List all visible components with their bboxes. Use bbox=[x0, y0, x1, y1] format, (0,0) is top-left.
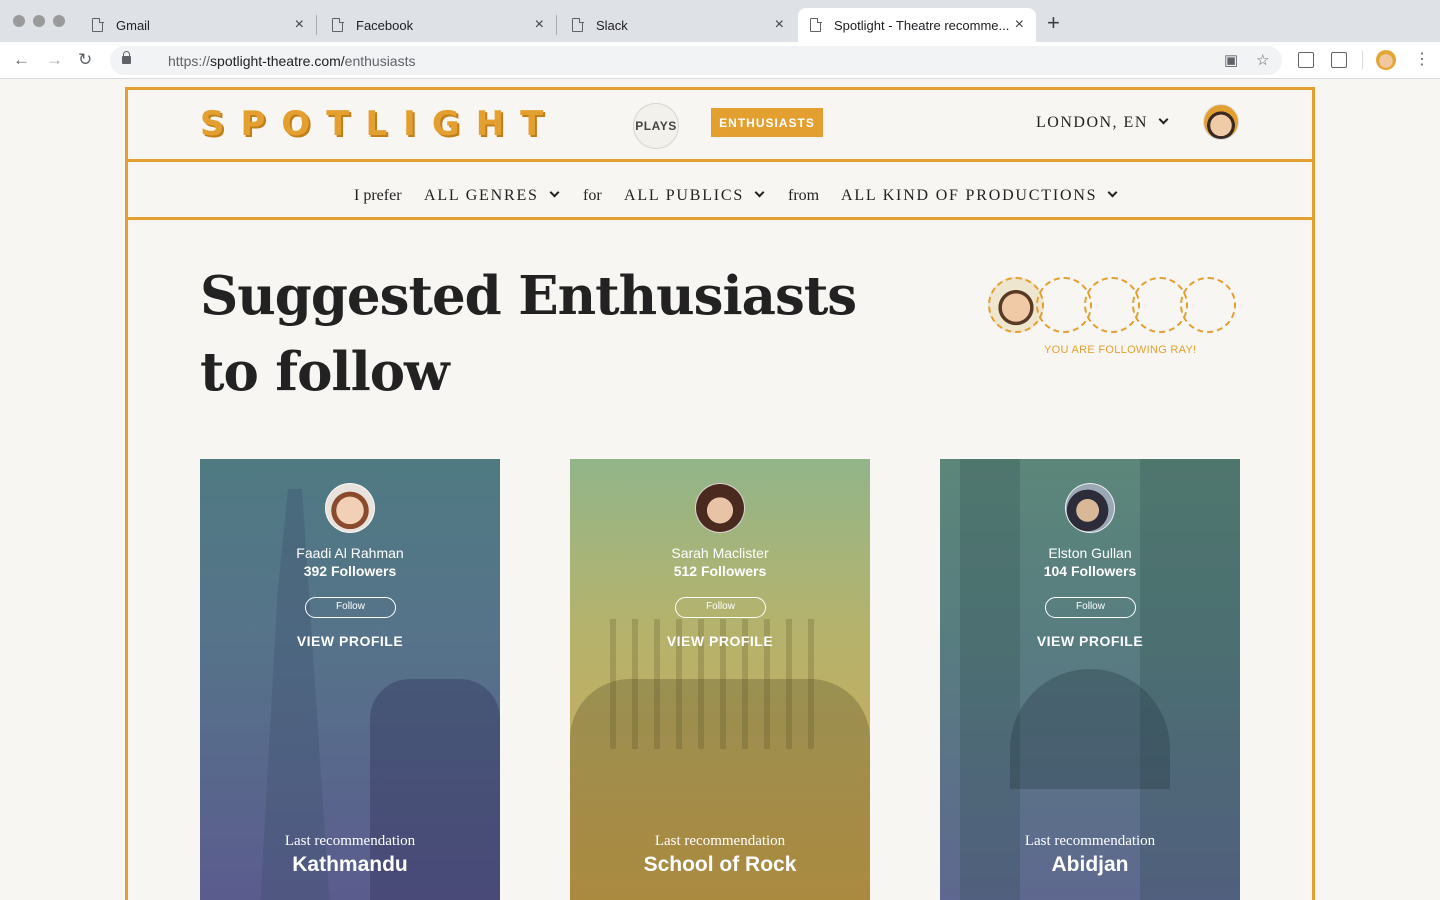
address-bar[interactable]: https://spotlight-theatre.com/enthusiast… bbox=[110, 46, 1282, 75]
view-profile-link[interactable]: VIEW PROFILE bbox=[940, 633, 1240, 649]
extension-icon[interactable] bbox=[1298, 52, 1314, 68]
enthusiast-name: Sarah Maclister bbox=[671, 545, 769, 561]
chevron-down-icon bbox=[1158, 114, 1169, 125]
enthusiast-avatar[interactable] bbox=[325, 483, 375, 533]
user-avatar[interactable] bbox=[1203, 104, 1239, 140]
enthusiast-avatar[interactable] bbox=[695, 483, 745, 533]
page-title-line1: Suggested Enthusiasts bbox=[200, 265, 857, 327]
enthusiast-avatar[interactable] bbox=[1065, 483, 1115, 533]
toolbar-divider bbox=[1362, 51, 1363, 69]
enthusiast-card[interactable]: Sarah Maclister 512 Followers Follow VIE… bbox=[570, 459, 870, 900]
browser-profile-avatar[interactable] bbox=[1376, 50, 1396, 70]
url-path: enthusiasts bbox=[344, 53, 416, 69]
lock-icon[interactable] bbox=[122, 51, 131, 64]
view-profile-link[interactable]: VIEW PROFILE bbox=[570, 633, 870, 649]
back-arrow-icon[interactable]: ← bbox=[13, 49, 30, 71]
enthusiast-followers: 104 Followers bbox=[1043, 563, 1137, 579]
last-recommendation-label: Last recommendation bbox=[284, 833, 416, 849]
url-scheme: https:// bbox=[168, 53, 211, 69]
page-title-line2: to follow bbox=[200, 341, 450, 403]
browser-tab-bar: Gmail × Facebook × Slack × Spotlight - T… bbox=[0, 0, 1440, 42]
enthusiast-card[interactable]: Faadi Al Rahman 392 Followers Follow VIE… bbox=[200, 459, 500, 900]
enthusiast-name: Faadi Al Rahman bbox=[296, 545, 404, 561]
location-selector[interactable]: LONDON, EN bbox=[1036, 114, 1169, 132]
url-text[interactable]: https://spotlight-theatre.com/enthusiast… bbox=[168, 53, 415, 69]
tab-divider bbox=[316, 15, 317, 35]
last-recommendation-label: Last recommendation bbox=[654, 833, 786, 849]
tab-label: Spotlight - Theatre recomme... bbox=[834, 17, 1010, 33]
page-icon bbox=[92, 17, 104, 32]
tab-close-icon[interactable]: × bbox=[295, 17, 304, 33]
filter-from-text: from bbox=[788, 187, 820, 204]
preference-filter-bar: I prefer ALL GENRES for ALL PUBLICS from… bbox=[128, 165, 1312, 220]
browser-tab-gmail[interactable]: Gmail × bbox=[80, 8, 316, 42]
chevron-down-icon bbox=[549, 187, 560, 198]
last-recommendation-label: Last recommendation bbox=[1024, 833, 1156, 849]
tab-label: Facebook bbox=[356, 17, 414, 33]
page-title: Suggested Enthusiasts to follow bbox=[200, 258, 857, 410]
follow-button[interactable]: Follow bbox=[1045, 597, 1136, 618]
browser-menu-icon[interactable]: ⋮ bbox=[1414, 50, 1430, 70]
bookmark-star-icon[interactable]: ☆ bbox=[1256, 51, 1269, 69]
tab-label: Slack bbox=[596, 17, 628, 33]
chevron-down-icon bbox=[1107, 187, 1118, 198]
browser-tab-slack[interactable]: Slack × bbox=[560, 8, 796, 42]
location-label: LONDON, EN bbox=[1036, 114, 1148, 131]
last-recommendation-play[interactable]: Kathmandu bbox=[200, 853, 500, 877]
follow-button[interactable]: Follow bbox=[675, 597, 766, 618]
filter-for-text: for bbox=[583, 187, 602, 204]
nav-plays-button[interactable]: PLAYS bbox=[633, 103, 679, 149]
following-slot-empty bbox=[1180, 277, 1236, 333]
reload-icon[interactable]: ↻ bbox=[78, 49, 92, 71]
browser-toolbar: ← → ↻ https://spotlight-theatre.com/enth… bbox=[0, 42, 1440, 79]
enthusiast-name: Elston Gullan bbox=[1048, 545, 1132, 561]
productions-dropdown[interactable]: ALL KIND OF PRODUCTIONS bbox=[841, 187, 1118, 205]
tab-close-icon[interactable]: × bbox=[775, 17, 784, 33]
forward-arrow-icon[interactable]: → bbox=[46, 49, 63, 71]
publics-dropdown[interactable]: ALL PUBLICS bbox=[624, 187, 765, 205]
productions-dropdown-label: ALL KIND OF PRODUCTIONS bbox=[841, 187, 1098, 204]
enthusiast-followers: 392 Followers bbox=[303, 563, 397, 579]
translate-icon[interactable]: ▣ bbox=[1224, 51, 1238, 69]
tab-label: Gmail bbox=[116, 17, 150, 33]
following-status-text: YOU ARE FOLLOWING RAY! bbox=[1044, 344, 1197, 356]
new-tab-button[interactable]: + bbox=[1047, 12, 1060, 34]
window-minimize-dot[interactable] bbox=[33, 15, 45, 27]
site-logo[interactable]: SPOTLIGHT bbox=[200, 104, 559, 144]
window-close-dot[interactable] bbox=[13, 15, 25, 27]
tab-close-icon[interactable]: × bbox=[1015, 17, 1024, 33]
window-zoom-dot[interactable] bbox=[53, 15, 65, 27]
chevron-down-icon bbox=[754, 187, 765, 198]
page-icon bbox=[572, 17, 584, 32]
filter-prefix-text: I prefer bbox=[354, 187, 402, 204]
enthusiast-card[interactable]: Elston Gullan 104 Followers Follow VIEW … bbox=[940, 459, 1240, 900]
tab-close-icon[interactable]: × bbox=[535, 17, 544, 33]
view-profile-link[interactable]: VIEW PROFILE bbox=[200, 633, 500, 649]
page-icon bbox=[810, 17, 822, 32]
browser-tab-spotlight[interactable]: Spotlight - Theatre recomme... × bbox=[798, 8, 1036, 42]
follow-button[interactable]: Follow bbox=[305, 597, 396, 618]
extension-icon[interactable] bbox=[1331, 52, 1347, 68]
site-header: SPOTLIGHT PLAYS ENTHUSIASTS LONDON, EN bbox=[128, 90, 1312, 162]
page-icon bbox=[332, 17, 344, 32]
site-frame: SPOTLIGHT PLAYS ENTHUSIASTS LONDON, EN I… bbox=[125, 87, 1315, 900]
tab-divider bbox=[556, 15, 557, 35]
enthusiast-followers: 512 Followers bbox=[673, 563, 767, 579]
last-recommendation-play[interactable]: Abidjan bbox=[940, 853, 1240, 877]
publics-dropdown-label: ALL PUBLICS bbox=[624, 187, 745, 204]
browser-tab-facebook[interactable]: Facebook × bbox=[320, 8, 556, 42]
genre-dropdown[interactable]: ALL GENRES bbox=[424, 187, 560, 205]
last-recommendation-play[interactable]: School of Rock bbox=[570, 853, 870, 877]
nav-enthusiasts-button[interactable]: ENTHUSIASTS bbox=[711, 108, 823, 137]
genre-dropdown-label: ALL GENRES bbox=[424, 187, 539, 204]
url-host: spotlight-theatre.com/ bbox=[210, 53, 345, 69]
